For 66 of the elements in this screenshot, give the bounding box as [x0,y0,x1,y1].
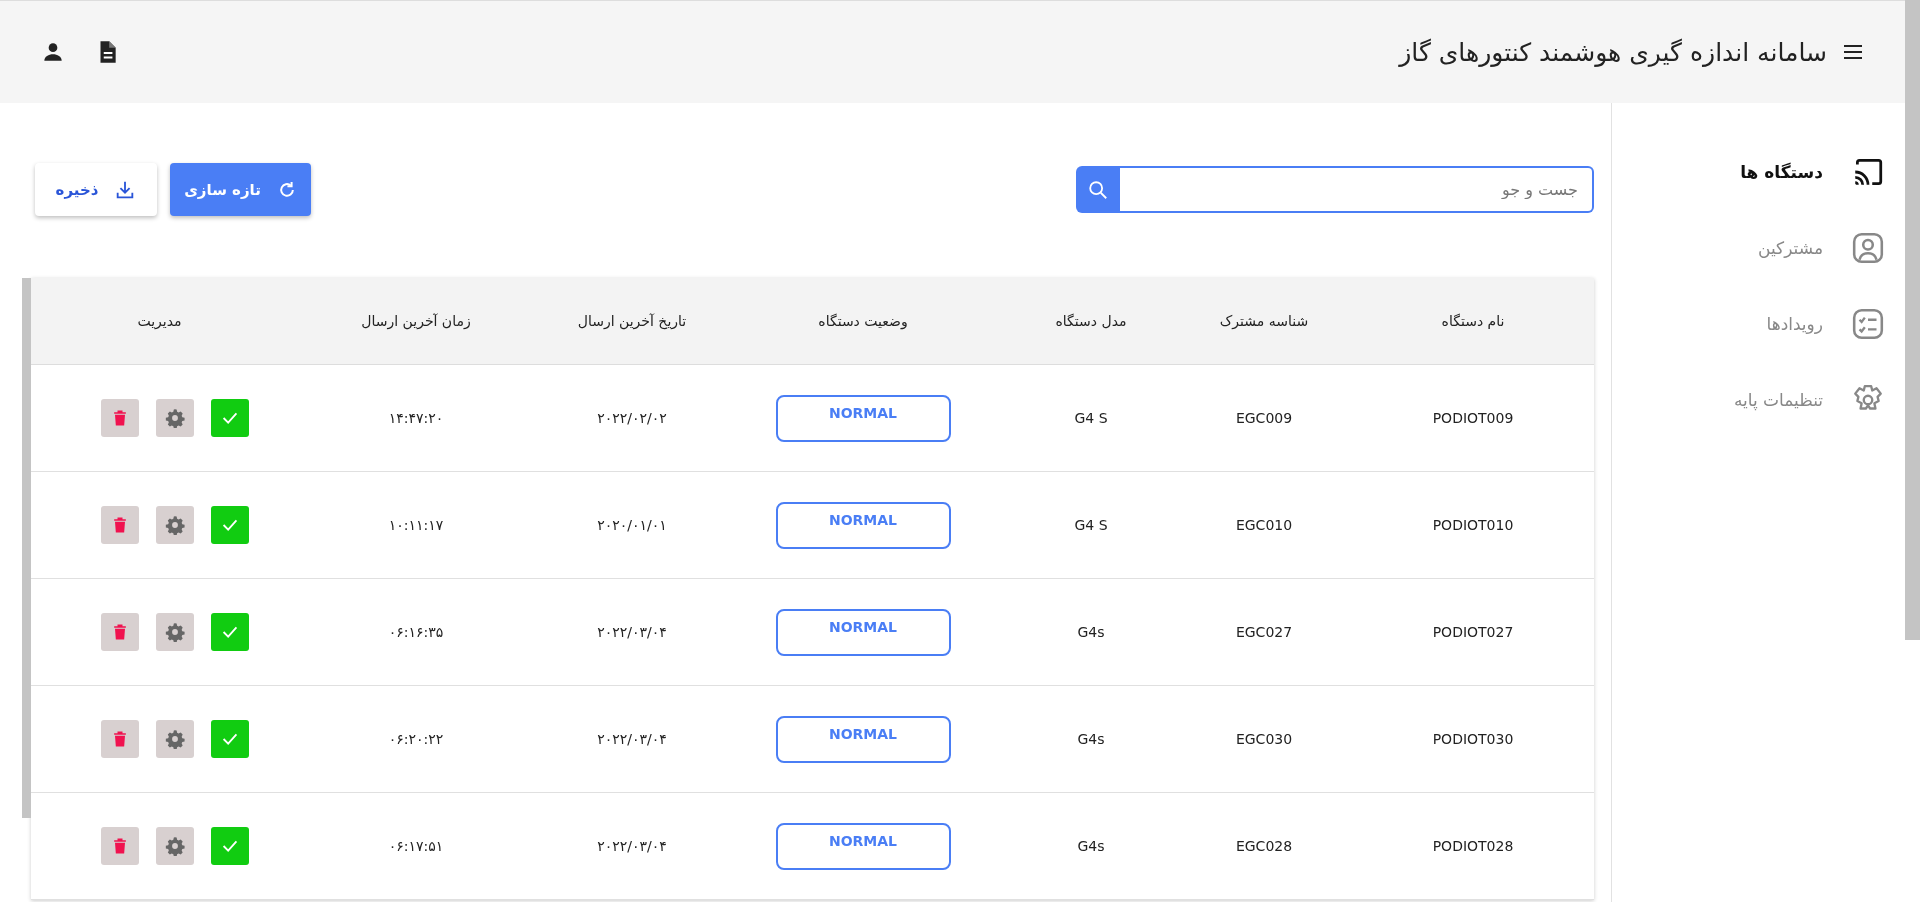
table-cell: EGC030 [1235,731,1293,747]
table-cell: G4s [1077,624,1105,640]
sidebar-item[interactable]: رویدادها [1612,305,1905,343]
status-badge: NORMAL [775,715,951,763]
table-cell: EGC028 [1235,838,1293,854]
page-scrollbar[interactable] [1905,0,1920,640]
search-icon [1087,178,1109,201]
delete-button[interactable] [100,613,139,651]
table-cell: PODIOT028 [1432,838,1514,854]
table-cell: ۲۰۲۲/۰۳/۰۴ [597,838,667,854]
sidebar-item[interactable]: مشترکین [1612,229,1905,267]
table-cell: ۲۰۲۰/۰۱/۰۱ [597,517,667,533]
status-badge: NORMAL [775,608,951,656]
settings-icon [164,408,185,428]
settings-icon [164,515,185,535]
table-cell: PODIOT010 [1432,517,1514,533]
status-badge: NORMAL [775,501,951,549]
table-cell: ۱۰:۱۱:۱۷ [388,517,444,533]
search-button[interactable] [1076,166,1120,213]
settings-button[interactable] [155,506,194,544]
status-badge: NORMAL [775,394,951,442]
table-cell: EGC027 [1235,624,1293,640]
settings-button[interactable] [155,827,194,865]
table-cell: G4s [1077,731,1105,747]
checklist-icon [1851,307,1885,341]
table-cell: ۰۶:۱۶:۳۵ [388,624,444,640]
settings-icon [164,729,185,749]
settings-button[interactable] [155,613,194,651]
column-header: مدل دستگاه [1055,313,1127,329]
sidebar-item[interactable]: دستگاه ها [1612,153,1905,191]
table-cell: ۲۰۲۲/۰۲/۰۲ [597,410,667,426]
table-cell: G4s [1077,838,1105,854]
table-cell: EGC009 [1235,410,1293,426]
status-badge: NORMAL [775,822,951,870]
refresh-button[interactable]: تازه سازی [170,163,311,216]
settings-icon [164,836,185,856]
table-cell: PODIOT027 [1432,624,1514,640]
table-cell: ۲۰۲۲/۰۳/۰۴ [597,731,667,747]
column-header: وضعیت دستگاه [818,313,908,329]
column-header: زمان آخرین ارسال [361,313,471,329]
delete-button[interactable] [100,827,139,865]
search-field[interactable]: جست و جو [1120,166,1594,213]
column-header: شناسه مشترک [1219,313,1309,329]
save-button[interactable]: ذخیره [35,163,157,216]
table-cell: ۰۶:۲۰:۲۲ [388,731,444,747]
table-cell: PODIOT009 [1432,410,1514,426]
sidebar-item[interactable]: تنظیمات پایه [1612,381,1905,419]
user-icon [1851,231,1885,265]
column-header: تاریخ آخرین ارسال [577,313,687,329]
delete-button[interactable] [100,399,139,437]
settings-icon [164,622,185,642]
table-cell: G4 S [1074,517,1108,533]
table-scrollbar[interactable] [22,278,31,818]
table-cell: G4 S [1074,410,1108,426]
app-title: سامانه اندازه گیری هوشمند کنتورهای گاز [1399,37,1827,67]
settings-button[interactable] [155,720,194,758]
table-cell: ۰۶:۱۷:۵۱ [388,838,444,854]
delete-button[interactable] [100,720,139,758]
column-header: نام دستگاه [1441,313,1505,329]
delete-button[interactable] [100,506,139,544]
table-cell: EGC010 [1235,517,1293,533]
table-cell: ۱۴:۴۷:۲۰ [388,410,444,426]
settings-button[interactable] [155,399,194,437]
column-header: مدیریت [137,313,182,329]
table-cell: PODIOT030 [1432,731,1514,747]
table-cell: ۲۰۲۲/۰۳/۰۴ [597,624,667,640]
